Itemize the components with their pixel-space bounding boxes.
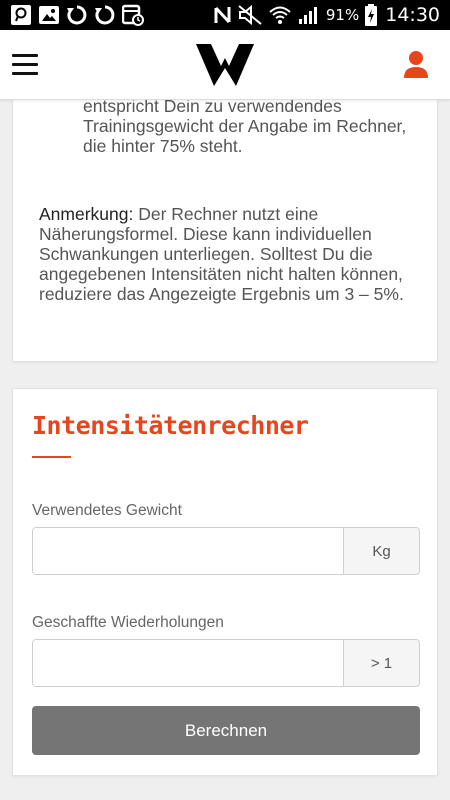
info-paragraph: entspricht Dein zu verwendendes Training… xyxy=(83,96,407,156)
calculator-card: Intensitätenrechner Verwendetes Gewicht … xyxy=(12,388,438,776)
weight-input[interactable] xyxy=(33,528,343,574)
reps-input-group: > 1 xyxy=(32,639,420,687)
note-paragraph: Anmerkung: Der Rechner nutzt eine Näheru… xyxy=(39,204,429,304)
weight-unit-addon: Kg xyxy=(343,528,419,574)
search-icon xyxy=(11,5,31,25)
user-icon[interactable] xyxy=(402,50,430,80)
battery-percent: 91% xyxy=(325,6,360,24)
calculate-button[interactable]: Berechnen xyxy=(32,706,420,755)
signal-icon xyxy=(298,7,317,24)
sync-icon xyxy=(95,5,115,25)
image-icon xyxy=(39,6,59,24)
status-bar: 91% 14:30 xyxy=(0,0,450,30)
clock: 14:30 xyxy=(385,4,440,26)
calculator-title: Intensitätenrechner xyxy=(32,411,309,440)
note-label: Anmerkung: xyxy=(39,204,134,224)
notification-icons xyxy=(10,4,144,26)
sync-icon xyxy=(67,5,87,25)
weight-input-group: Kg xyxy=(32,527,420,575)
app-header xyxy=(0,30,450,100)
battery-charging-icon xyxy=(365,4,378,26)
mute-icon xyxy=(238,5,262,25)
nfc-icon xyxy=(214,6,231,24)
title-underline xyxy=(32,456,71,458)
calendar-clock-icon xyxy=(122,4,144,26)
info-card: entspricht Dein zu verwendendes Training… xyxy=(12,96,438,362)
wifi-icon xyxy=(269,6,291,24)
weight-label: Verwendetes Gewicht xyxy=(32,502,182,519)
system-icons: 91% 14:30 xyxy=(214,0,440,30)
reps-unit-addon: > 1 xyxy=(343,640,419,686)
reps-label: Geschaffte Wiederholungen xyxy=(32,614,224,631)
w-logo-icon[interactable] xyxy=(196,44,254,86)
reps-input[interactable] xyxy=(33,640,343,686)
hamburger-menu-icon[interactable] xyxy=(12,52,38,78)
